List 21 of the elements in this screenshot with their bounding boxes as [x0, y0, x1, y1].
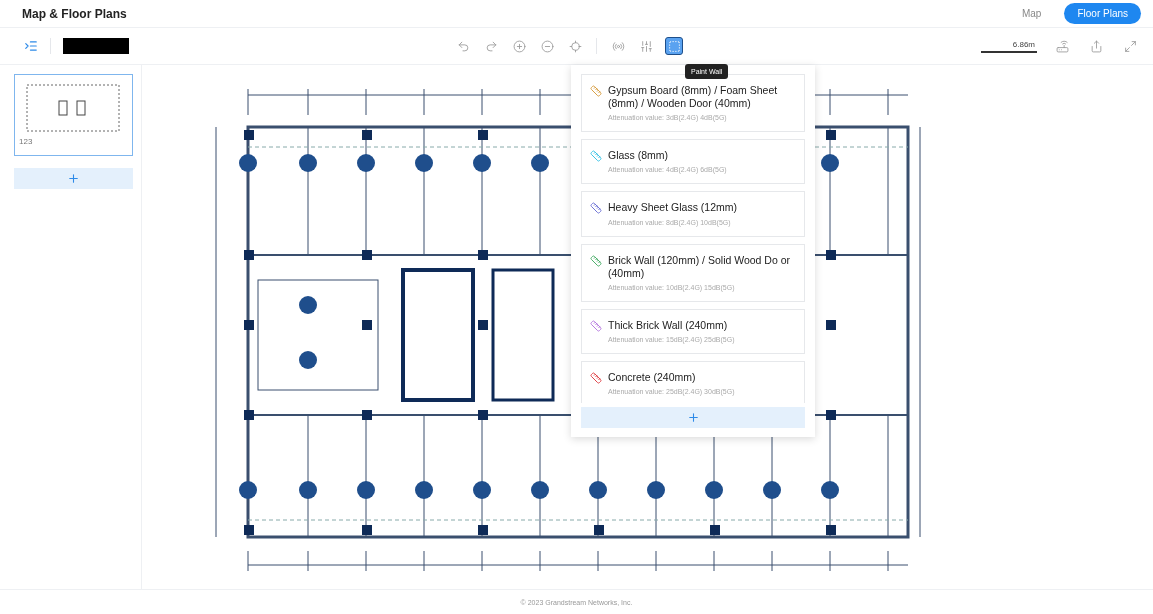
zoom-out-button[interactable] [538, 37, 556, 55]
plus-icon [67, 172, 80, 185]
square-button[interactable] [665, 37, 683, 55]
material-name: Concrete (240mm) [608, 370, 697, 384]
material-name: Brick Wall (120mm) / Solid Wood Do or (40mm) [608, 253, 792, 280]
material-name: Heavy Sheet Glass (12mm) [608, 201, 737, 215]
view-tab[interactable]: Map [1008, 3, 1055, 24]
plus-icon [686, 411, 700, 424]
view-tab[interactable]: Floor Plans [1064, 3, 1141, 24]
material-name: Glass (8mm) [608, 149, 670, 163]
floor-thumbnail[interactable]: 123 [14, 74, 133, 156]
scale-bar: 6.86m [981, 39, 1037, 53]
crosshair-button[interactable] [566, 37, 584, 55]
router-button[interactable] [1053, 37, 1071, 55]
page-title: Map & Floor Plans [22, 6, 127, 21]
zoom-in-button[interactable] [510, 37, 528, 55]
floor-label: 123 [19, 137, 34, 146]
material-name: Gypsum Board (8mm) / Foam Sheet (8mm) / Wooden Door (40mm) [608, 84, 779, 111]
sidebar-toggle-icon[interactable] [24, 39, 38, 53]
material-name: Thick Brick Wall (240mm) [608, 318, 729, 332]
redacted-block [63, 38, 129, 54]
